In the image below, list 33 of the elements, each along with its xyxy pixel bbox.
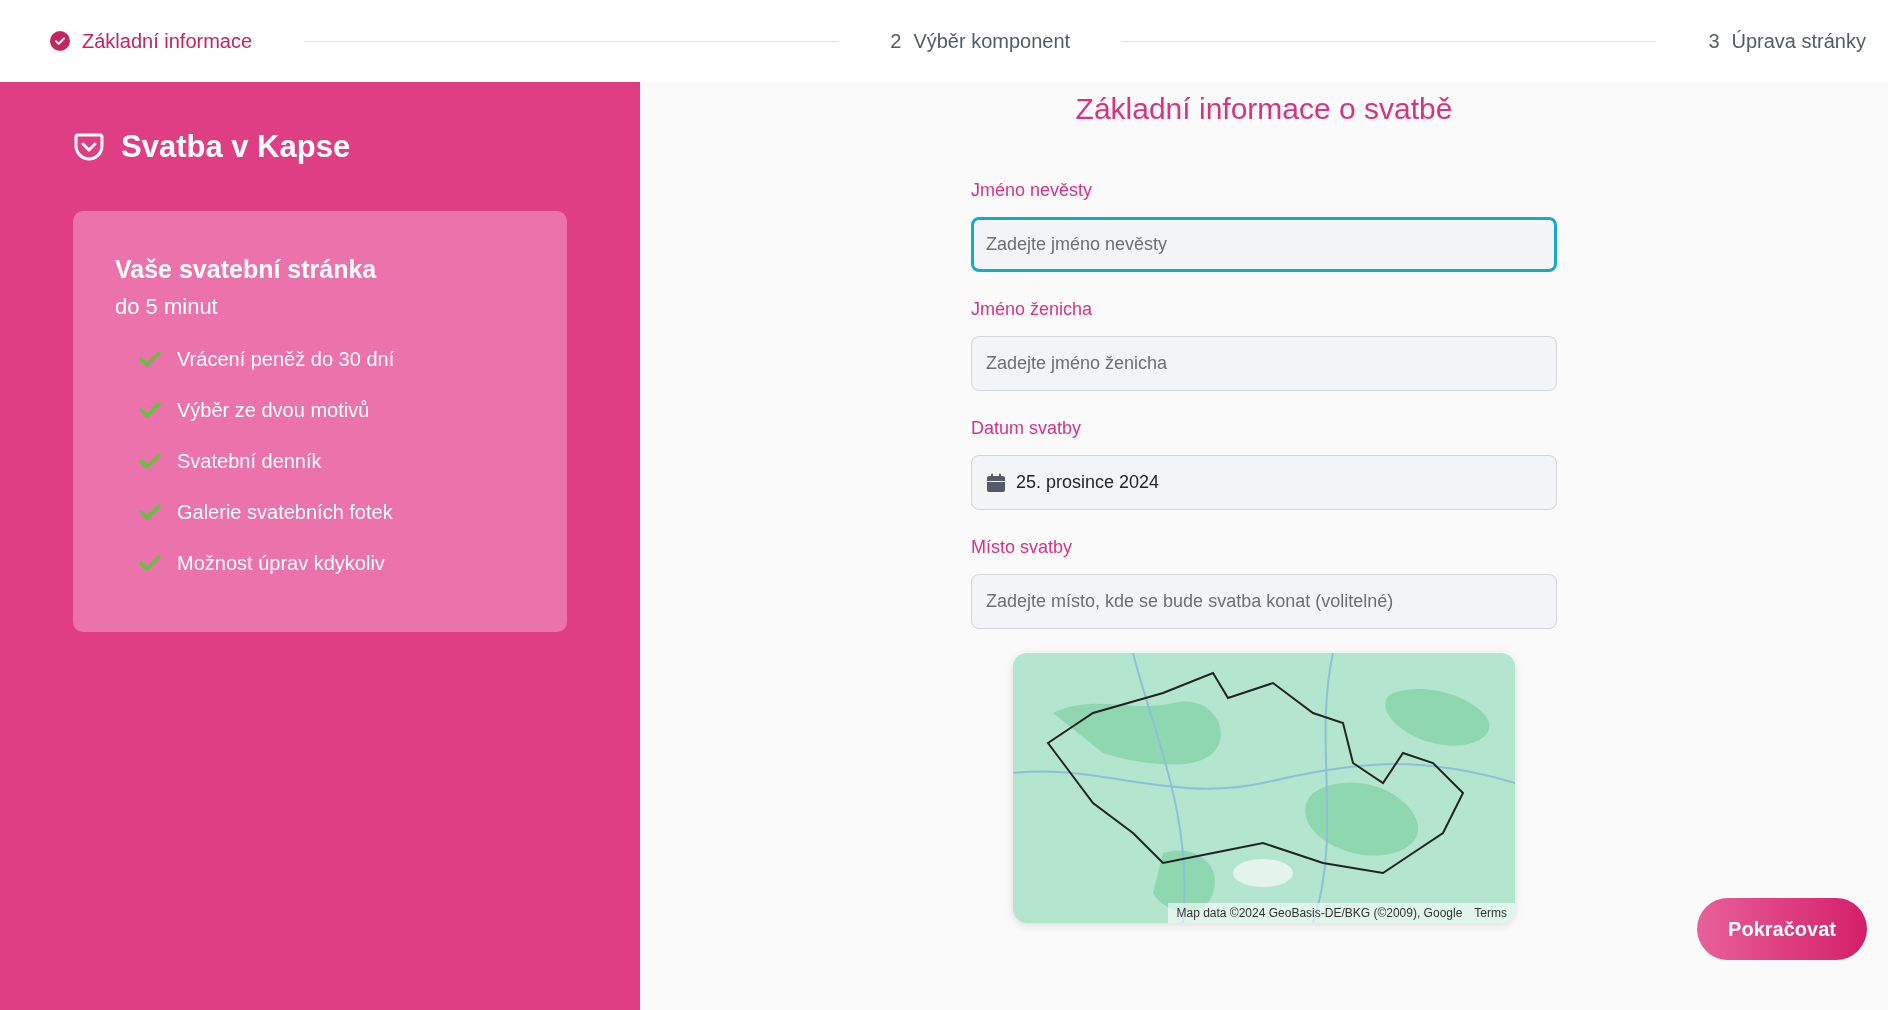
map-attribution: Map data ©2024 GeoBasis-DE/BKG (©2009), Google — [1176, 905, 1463, 922]
card-title: Vaše svatební stránka — [115, 253, 378, 285]
input-field[interactable]: Zadejte místo, kde se bude svatba konat (volitelné) — [971, 574, 1557, 629]
field-label: Datum svatby — [971, 417, 1083, 440]
check-circle-icon — [50, 31, 70, 51]
form-title: Základní informace o svatbě — [1074, 91, 1454, 127]
date-field[interactable]: 25. prosince 2024 — [971, 455, 1557, 510]
step-label[interactable]: Výběr komponent — [913, 26, 1071, 56]
continue-button[interactable]: Pokračovat — [1697, 898, 1867, 960]
field-label: Místo svatby — [971, 536, 1074, 559]
date-value: 25. prosince 2024 — [1016, 471, 1160, 494]
step-number: 3 — [1708, 29, 1720, 54]
check-icon — [139, 401, 161, 419]
calendar-icon — [986, 472, 1006, 493]
input-field[interactable]: Zadejte jméno ženicha — [971, 336, 1557, 391]
feature-text: Galerie svatebních fotek — [177, 500, 393, 525]
brand-name: Svatba v Kapse — [121, 128, 351, 166]
input-field[interactable]: Zadejte jméno nevěsty — [971, 217, 1557, 272]
step-label[interactable]: Úprava stránky — [1731, 26, 1866, 56]
check-icon — [139, 350, 161, 368]
feature-text: Možnost úprav kdykoliv — [177, 551, 385, 576]
step-number: 2 — [890, 29, 902, 54]
field-label: Jméno ženicha — [971, 298, 1094, 321]
feature-text: Vrácení peněž do 30 dní — [177, 347, 395, 372]
terms-link[interactable]: Terms — [1474, 904, 1507, 922]
check-icon — [139, 452, 161, 470]
feature-text: Svatební denník — [177, 449, 322, 474]
step-label[interactable]: Základní informace — [82, 26, 253, 56]
card-subtitle: do 5 minut — [115, 293, 219, 321]
check-icon — [139, 503, 161, 521]
feature-text: Výběr ze dvou motivů — [177, 398, 370, 423]
check-icon — [139, 554, 161, 572]
field-label: Jméno nevěsty — [971, 179, 1094, 202]
